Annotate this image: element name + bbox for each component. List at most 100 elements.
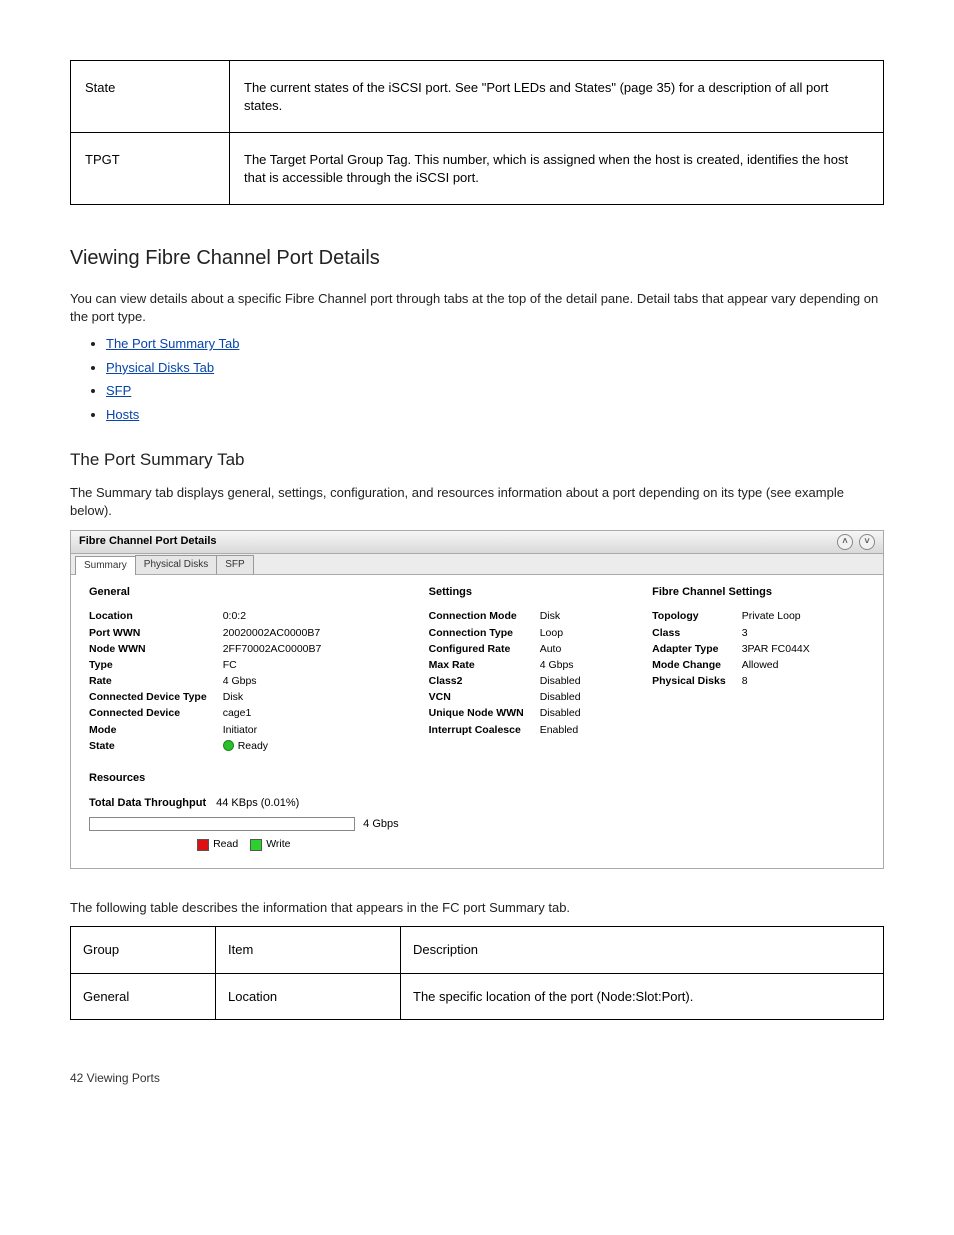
collapse-up-icon[interactable]: ˄ [837,534,853,550]
kv-value: Initiator [223,723,399,737]
page-footer: 42 Viewing Ports [70,1070,884,1086]
table-row: State The current states of the iSCSI po… [71,61,884,133]
kv-label: Adapter Type [652,642,726,656]
tab-summary[interactable]: Summary [75,556,136,575]
kv-value: 3PAR FC044X [742,642,865,656]
throughput-max: 4 Gbps [363,817,398,832]
status-ready-icon [223,740,234,751]
glossary-table-tail: State The current states of the iSCSI po… [70,60,884,205]
kv-value: 0:0:2 [223,609,399,623]
glossary-term: TPGT [71,133,230,205]
section-heading: Viewing Fibre Channel Port Details [70,245,884,272]
table-row: TPGT The Target Portal Group Tag. This n… [71,133,884,205]
kv-label: Connection Mode [429,609,524,623]
tab-bar: Summary Physical Disks SFP [71,554,883,575]
kv-value: Auto [540,642,622,656]
kv-value: Disabled [540,690,622,704]
link-sfp[interactable]: SFP [106,383,131,398]
link-physical-disks-tab[interactable]: Physical Disks Tab [106,360,214,375]
glossary-desc: The Target Portal Group Tag. This number… [230,133,884,205]
specs-col-group: Group [71,927,216,974]
tab-physical-disks[interactable]: Physical Disks [135,555,217,574]
kv-label: Class2 [429,674,524,688]
fc-port-details-panel: Fibre Channel Port Details ˄ ˅ Summary P… [70,530,884,869]
state-value: Ready [223,739,399,753]
glossary-term: State [71,61,230,133]
kv-label: Type [89,658,207,672]
panel-title: Fibre Channel Port Details [79,534,217,549]
general-heading: General [89,585,399,600]
kv-label: Port WWN [89,626,207,640]
table-row: General Location The specific location o… [71,973,884,1020]
specs-caption: The following table describes the inform… [70,899,884,917]
kv-label: Connected Device Type [89,690,207,704]
kv-label: Node WWN [89,642,207,656]
kv-label: Location [89,609,207,623]
kv-value: Private Loop [742,609,865,623]
kv-value: 8 [742,674,865,688]
resources-section: Resources Total Data Throughput 44 KBps … [89,771,399,852]
specs-col-item: Item [216,927,401,974]
section-intro: You can view details about a specific Fi… [70,290,884,325]
kv-value: Disabled [540,706,622,720]
kv-label: Interrupt Coalesce [429,723,524,737]
kv-value: Disk [223,690,399,704]
link-port-summary-tab[interactable]: The Port Summary Tab [106,336,239,351]
kv-label: Configured Rate [429,642,524,656]
legend-write-label: Write [266,838,290,850]
kv-label: Physical Disks [652,674,726,688]
general-column: General Location 0:0:2 Port WWN 20020002AC… [89,585,399,852]
kv-value: 4 Gbps [540,658,622,672]
kv-label: Connected Device [89,706,207,720]
kv-value: Disabled [540,674,622,688]
throughput-label: Total Data Throughput [89,796,206,811]
kv-label: Max Rate [429,658,524,672]
legend-read-swatch [197,839,209,851]
fc-settings-kv: TopologyPrivate Loop Class3 Adapter Type… [652,609,865,688]
kv-label: State [89,739,207,753]
kv-label: Mode [89,723,207,737]
subsection-intro: The Summary tab displays general, settin… [70,484,884,519]
panel-titlebar: Fibre Channel Port Details ˄ ˅ [71,530,883,554]
fc-settings-column: Fibre Channel Settings Topology Private L… [652,585,865,689]
kv-value: 2FF70002AC0000B7 [223,642,399,656]
specs-desc: The specific location of the port (Node:… [401,973,884,1020]
link-hosts[interactable]: Hosts [106,407,139,422]
link-list: The Port Summary Tab Physical Disks Tab … [70,335,884,423]
legend-read-label: Read [213,838,238,850]
kv-value: 4 Gbps [223,674,399,688]
throughput-bar [89,817,355,831]
kv-label: Rate [89,674,207,688]
throughput-legend: Read Write [89,837,399,851]
kv-value: Disk [540,609,622,623]
table-header-row: Group Item Description [71,927,884,974]
legend-write-swatch [250,839,262,851]
kv-label: VCN [429,690,524,704]
tab-sfp[interactable]: SFP [216,555,253,574]
settings-kv: Connection ModeDisk Connection TypeLoop … [429,609,623,736]
collapse-down-icon[interactable]: ˅ [859,534,875,550]
kv-value: FC [223,658,399,672]
glossary-desc: The current states of the iSCSI port. Se… [230,61,884,133]
throughput-value: 44 KBps (0.01%) [216,796,299,811]
kv-value: cage1 [223,706,399,720]
kv-value: Enabled [540,723,622,737]
specs-table: Group Item Description General Location … [70,926,884,1020]
kv-value: Allowed [742,658,865,672]
kv-label: Mode Change [652,658,726,672]
kv-label: Connection Type [429,626,524,640]
kv-label: Topology [652,609,726,623]
fc-settings-heading: Fibre Channel Settings [652,585,865,600]
footer-page-ref: 42 Viewing Ports [70,1070,160,1086]
kv-value: 3 [742,626,865,640]
settings-column: Settings Connection Mode Disk Connection … [429,585,623,737]
kv-value: Loop [540,626,622,640]
resources-heading: Resources [89,771,399,786]
kv-value: 20020002AC0000B7 [223,626,399,640]
specs-col-desc: Description [401,927,884,974]
subsection-heading: The Port Summary Tab [70,449,884,472]
settings-heading: Settings [429,585,623,600]
general-kv: Location 0:0:2 Port WWN 20020002AC0000B7 N… [89,609,399,753]
specs-item: Location [216,973,401,1020]
kv-label: Unique Node WWN [429,706,524,720]
